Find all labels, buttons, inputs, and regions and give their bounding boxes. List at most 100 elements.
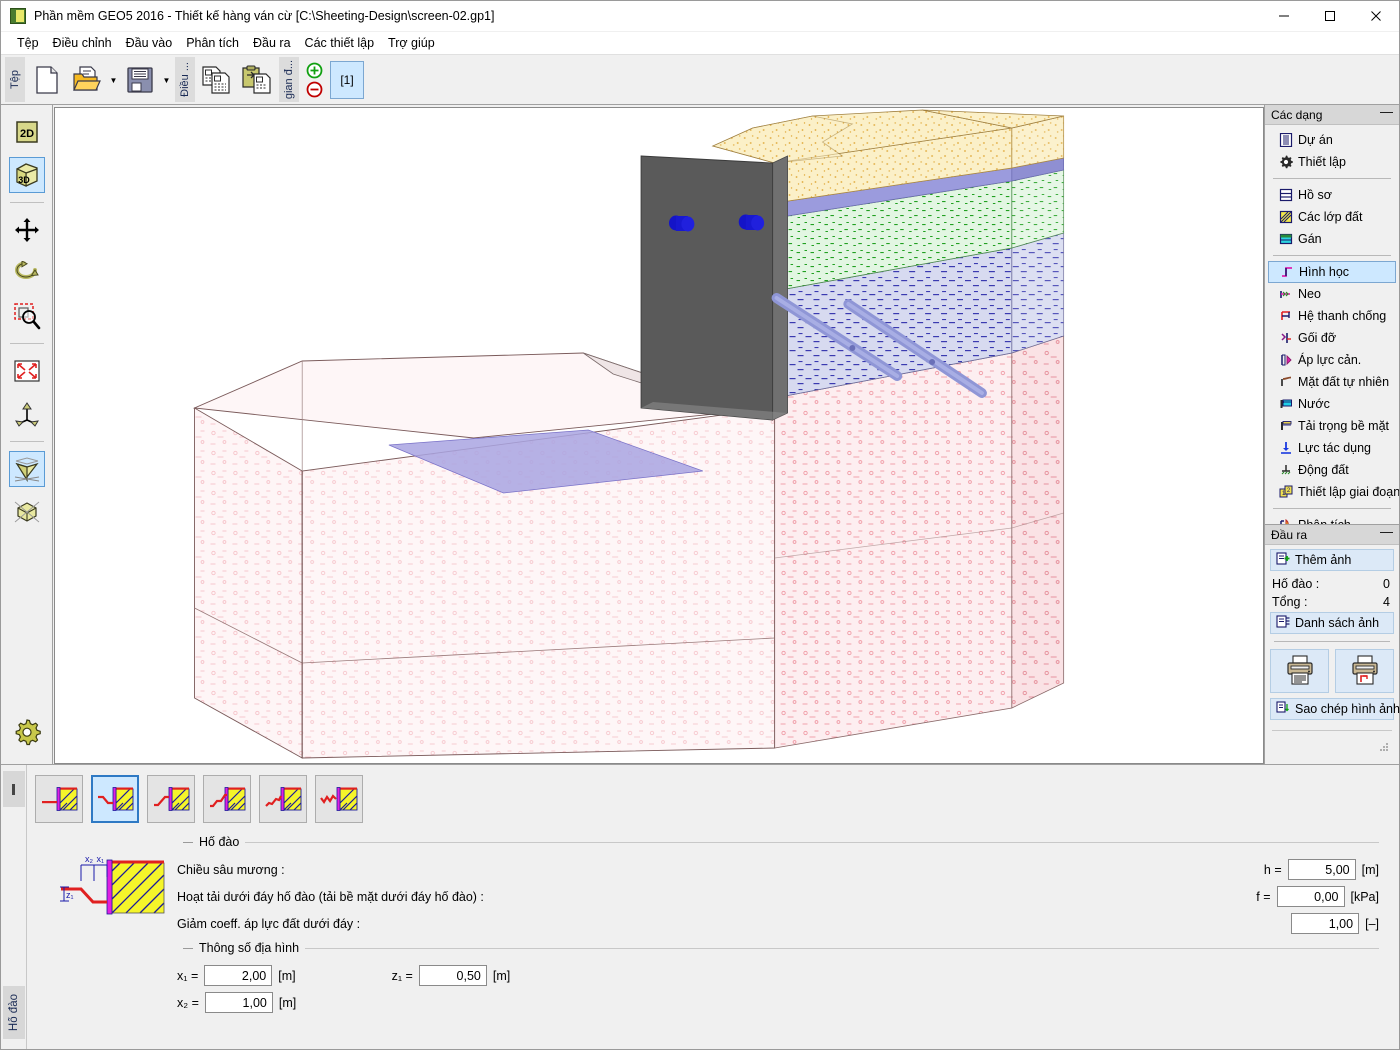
minimize-button[interactable] [1261, 1, 1307, 32]
stage-1-button[interactable]: [1] [330, 61, 364, 99]
sheeting-wall [640, 155, 788, 421]
svg-text:2D: 2D [19, 128, 33, 140]
earthquake-icon [1278, 463, 1293, 478]
field-pressure-reduction-coeff: Giảm coeff. áp lực đất dưới đáy : [–] [177, 910, 1379, 937]
print-drawing-button[interactable] [1335, 649, 1394, 693]
sidebar-item-luc-tac-dung[interactable]: Lực tác dụng [1268, 437, 1396, 459]
output-panel-title: Đầu ra [1271, 527, 1308, 542]
terrain-shape-zigzag[interactable] [315, 775, 363, 823]
excavation-block [192, 352, 776, 759]
menu-bar: Tệp Điều chỉnh Đầu vào Phân tích Đầu ra … [1, 32, 1399, 55]
sidebar-item-dong-dat[interactable]: Động đất [1268, 459, 1396, 481]
view-settings-button[interactable] [9, 714, 45, 750]
sidebar-item-label: Hệ thanh chống [1298, 309, 1387, 323]
sidebar-item-thiet-lap[interactable]: Thiết lập [1268, 151, 1396, 173]
sidebar-item-label: Hình học [1299, 265, 1350, 279]
gear-icon [1278, 155, 1293, 170]
sidebar-item-goi-do[interactable]: Gối đỡ [1268, 327, 1396, 349]
print-text-icon [1285, 654, 1315, 689]
regimes-panel-minimize-button[interactable]: — [1380, 105, 1393, 120]
terrain-x2-input[interactable] [204, 992, 273, 1013]
close-button[interactable] [1353, 1, 1399, 32]
bottom-panel-content: x₂ x₁ z₁ Hố đào Chiều sâu mương: h = 5,… [27, 765, 1399, 1049]
terrain-shape-flat[interactable] [35, 775, 83, 823]
sidebar-item-ap-luc-can[interactable]: Áp lực cản. [1268, 349, 1396, 371]
print-text-button[interactable] [1270, 649, 1329, 693]
output-panel-minimize-button[interactable]: — [1380, 525, 1393, 540]
3d-model-viewport[interactable] [54, 107, 1264, 764]
soil-block-right [774, 115, 1065, 749]
clip-top-button[interactable] [8, 451, 45, 487]
view-3d-button[interactable]: 3D [8, 157, 45, 193]
sidebar-item-neo[interactable]: Neo [1268, 283, 1396, 305]
view-toolbar: 2D 3D [1, 105, 53, 764]
paste-button[interactable] [237, 57, 277, 103]
regimes-panel-title: Các dạng [1271, 107, 1323, 122]
add-stage-button[interactable] [301, 62, 327, 79]
pressure-reduction-coeff-label: Giảm coeff. áp lực đất dưới đáy : [177, 916, 361, 931]
menu-cac-thiet-lap[interactable]: Các thiết lập [298, 33, 381, 53]
counter-label: Tổng : [1272, 595, 1308, 609]
terrain-shape-curve-up[interactable] [203, 775, 251, 823]
sidebar-item-du-an[interactable]: Dự án [1268, 129, 1396, 151]
terrain-shape-slope-up[interactable] [147, 775, 195, 823]
menu-tep[interactable]: Tệp [10, 33, 46, 53]
sidebar-item-thiet-lap-giai-doan[interactable]: 12 Thiết lập giai đoạn [1268, 481, 1399, 503]
menu-dieu-chinh[interactable]: Điều chỉnh [46, 33, 119, 53]
pan-button[interactable] [9, 212, 45, 248]
terrain-shape-step-down[interactable] [91, 775, 139, 823]
sidebar-item-tai-trong-be-mat[interactable]: Tải trọng bề mặt [1268, 415, 1396, 437]
sidebar-item-phan-tich[interactable]: Phân tích [1268, 514, 1396, 524]
surcharge-below-bottom-label: Hoạt tải dưới đáy hố đào (tải bề mặt dướ… [177, 889, 484, 904]
maximize-button[interactable] [1307, 1, 1353, 32]
sidebar-item-cac-lop-dat[interactable]: Các lớp đất [1268, 206, 1396, 228]
copy-button[interactable] [197, 57, 237, 103]
open-dropdown-arrow-icon[interactable]: ▼ [107, 56, 120, 104]
clip-all-button[interactable] [9, 494, 45, 530]
add-picture-button[interactable]: Thêm ảnh [1270, 549, 1394, 571]
rotate-button[interactable] [9, 255, 45, 291]
surcharge-below-bottom-unit: [kPa] [1350, 889, 1380, 904]
terrain-x1-input[interactable] [204, 965, 273, 986]
zoom-fit-button[interactable] [9, 353, 45, 389]
picture-list-button[interactable]: Danh sách ảnh [1270, 612, 1394, 634]
toolbar-separator-3 [9, 441, 44, 442]
sidebar-item-he-thanh-chong[interactable]: Hệ thanh chống [1268, 305, 1396, 327]
regimes-list: Dự án Thiết lập Hồ sơ Các lớp đất Gán Hì… [1265, 125, 1399, 524]
copy-picture-button[interactable]: Sao chép hình ảnh [1270, 698, 1400, 720]
sidebar-item-mat-dat-tu-nhien[interactable]: Mặt đất tự nhiên [1268, 371, 1396, 393]
new-document-button[interactable] [27, 57, 67, 103]
menu-dau-vao[interactable]: Đầu vào [119, 33, 180, 53]
terrain-z1-input[interactable] [418, 965, 487, 986]
menu-phan-tich[interactable]: Phân tích [179, 33, 246, 53]
sidebar-item-label: Các lớp đất [1298, 210, 1363, 224]
menu-dau-ra[interactable]: Đầu ra [246, 33, 298, 53]
surcharge-below-bottom-input[interactable] [1276, 886, 1345, 907]
bottom-panel-handle[interactable] [2, 771, 25, 807]
axes-button[interactable] [9, 396, 45, 432]
trench-depth-symbol: h = [1263, 862, 1282, 877]
sidebar-item-label: Mặt đất tự nhiên [1298, 375, 1390, 389]
svg-text:3D: 3D [18, 175, 30, 185]
menu-tro-giup[interactable]: Trợ giúp [381, 33, 442, 53]
sidebar-separator-3 [1273, 508, 1391, 509]
view-2d-button[interactable]: 2D [9, 114, 45, 150]
resize-grip[interactable] [1270, 731, 1394, 756]
terrain-shape-multi-step[interactable] [259, 775, 307, 823]
open-folder-button[interactable] [67, 57, 107, 103]
sidebar-item-nuoc[interactable]: Nước [1268, 393, 1396, 415]
remove-stage-button[interactable] [301, 81, 327, 98]
pressure-icon [1278, 353, 1293, 368]
pressure-reduction-coeff-input[interactable] [1291, 913, 1360, 934]
trench-depth-input[interactable] [1287, 859, 1356, 880]
sidebar-item-hinh-hoc[interactable]: Hình học [1268, 261, 1396, 283]
tab-ho-dao[interactable]: Hố đào [2, 985, 25, 1039]
geo5-logo-icon [10, 8, 26, 24]
sidebar-item-ho-so[interactable]: Hồ sơ [1268, 184, 1396, 206]
strut-system-icon [1278, 309, 1293, 324]
save-button[interactable] [120, 57, 160, 103]
bottom-panel: Hố đào x₂ x₁ z₁ Hố đào Chiều sâu mương:… [1, 764, 1399, 1049]
zoom-window-button[interactable] [9, 298, 45, 334]
sidebar-item-gan[interactable]: Gán [1268, 228, 1396, 250]
save-dropdown-arrow-icon[interactable]: ▼ [160, 56, 173, 104]
